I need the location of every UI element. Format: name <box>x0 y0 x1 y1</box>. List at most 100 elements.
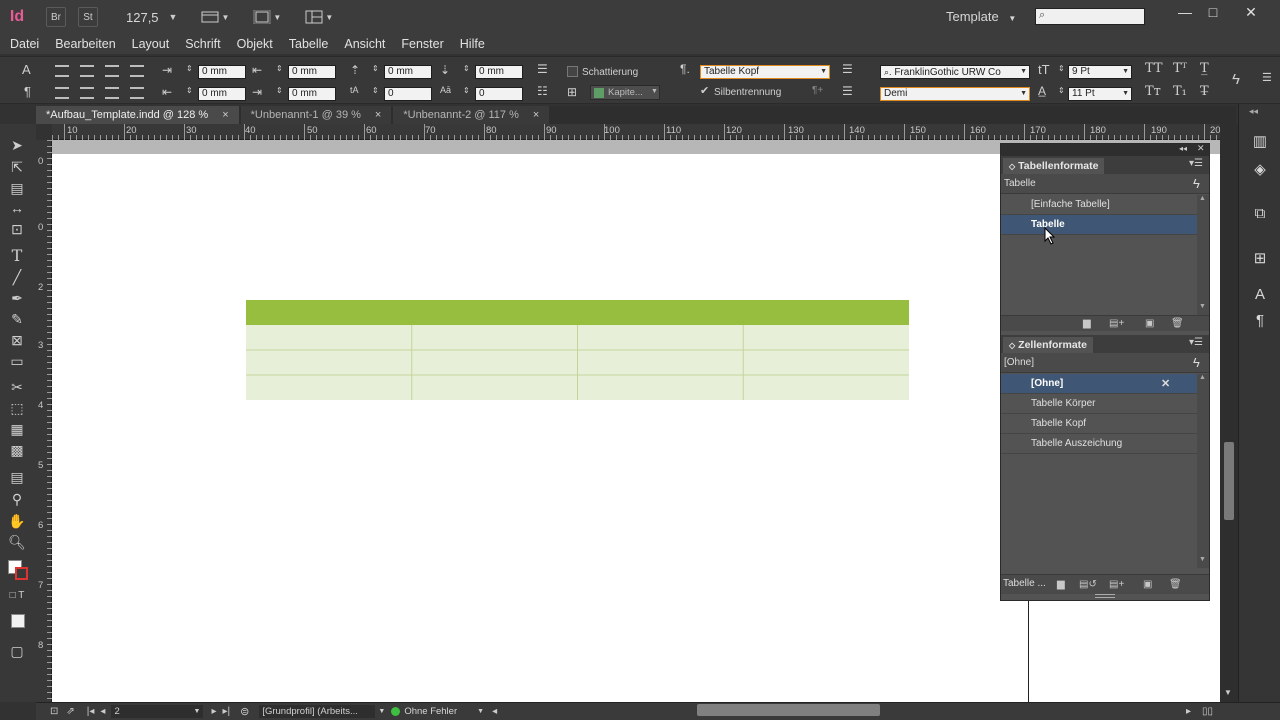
font-family-dropdown[interactable]: ⌕. FranklinGothic URW Co ▼ <box>880 65 1030 79</box>
menu-objekt[interactable]: Objekt <box>237 37 273 51</box>
space-before-field[interactable]: 0 mm <box>384 65 432 79</box>
horizontal-scroll-thumb[interactable] <box>697 704 880 716</box>
space-before-stepper[interactable]: ⇕ <box>372 64 379 73</box>
bridge-button[interactable]: Br <box>46 7 66 27</box>
search-input[interactable]: ⌕ <box>1035 8 1145 25</box>
eyedropper-tool-icon[interactable]: ⚲ <box>6 490 28 508</box>
links-panel-icon[interactable]: ⧉ <box>1249 204 1271 222</box>
tab-zellenformate[interactable]: ◇ Zellenformate <box>1003 337 1094 353</box>
collapse-dock-icon[interactable]: ◂◂ <box>1249 106 1258 117</box>
hyphenation-check-icon[interactable]: ✔ <box>700 84 709 97</box>
character-styles-icon[interactable]: A <box>1249 285 1271 303</box>
free-transform-tool-icon[interactable]: ⬚ <box>6 399 28 417</box>
scroll-left-icon[interactable]: ◂ <box>492 706 497 717</box>
scroll-up-icon[interactable]: ▲ <box>1199 374 1206 381</box>
align-center-icon[interactable] <box>80 65 94 77</box>
close-panel-icon[interactable]: ✕ <box>1197 143 1205 154</box>
bullets-icon[interactable]: ☰ <box>537 62 548 76</box>
load-styles-icon[interactable]: ▤+ <box>1109 579 1124 590</box>
left-indent-stepper[interactable]: ⇕ <box>186 64 193 73</box>
pencil-tool-icon[interactable]: ✎ <box>6 310 28 328</box>
menu-schrift[interactable]: Schrift <box>185 37 220 51</box>
delete-style-icon[interactable]: 🗑︎ <box>1169 579 1182 590</box>
page-tool-icon[interactable]: ▤ <box>6 179 28 197</box>
paragraph-mode-icon[interactable]: ¶ <box>24 84 31 99</box>
collapse-panel-icon[interactable]: ◂◂ <box>1179 144 1187 153</box>
minimize-button[interactable]: — <box>1170 2 1200 22</box>
list-item-einfache-tabelle[interactable]: [Einfache Tabelle] <box>1001 195 1197 215</box>
preview-mode-icon[interactable]: ⊡ <box>50 706 58 717</box>
stock-button[interactable]: St <box>78 7 98 27</box>
zoom-tool-icon[interactable]: 🔍︎ <box>6 533 28 551</box>
page-number-field[interactable]: 2 ▼ <box>111 705 204 718</box>
list-item-tabelle-kopf[interactable]: Tabelle Kopf <box>1001 414 1197 434</box>
table-panel-icon[interactable]: ⊞ <box>1249 249 1271 267</box>
scroll-down-icon[interactable]: ▼ <box>1199 556 1206 563</box>
pen-tool-icon[interactable]: ✒ <box>6 289 28 307</box>
small-caps-icon[interactable]: Tт <box>1145 84 1161 99</box>
zoom-level[interactable]: 127,5 <box>126 10 159 25</box>
type-tool-icon[interactable]: T <box>6 246 28 265</box>
menu-fenster[interactable]: Fenster <box>401 37 443 51</box>
align-right-icon[interactable] <box>105 65 119 77</box>
first-line-indent-field[interactable]: 0 mm <box>198 87 246 101</box>
list-item-ohne[interactable]: [Ohne] ✕ <box>1001 374 1197 394</box>
table-header-row[interactable] <box>246 300 909 325</box>
scroll-down-icon[interactable]: ▼ <box>1224 688 1232 697</box>
panel-header[interactable]: ◂◂ ✕ <box>1001 143 1209 156</box>
vertical-scroll-thumb[interactable] <box>1224 442 1234 520</box>
split-layout-icon[interactable]: ▯▯ <box>1202 706 1213 717</box>
right-indent-field[interactable]: 0 mm <box>288 65 336 79</box>
new-style-icon[interactable]: ▣ <box>1143 579 1152 590</box>
subscript-icon[interactable]: T₁ <box>1173 84 1187 99</box>
justify-center-icon[interactable] <box>80 87 94 99</box>
font-size-stepper[interactable]: ⇕ <box>1058 64 1065 73</box>
strikethrough-icon[interactable]: T̶ <box>1200 84 1209 99</box>
note-tool-icon[interactable]: ▤ <box>6 468 28 486</box>
list-item-tabelle[interactable]: Tabelle <box>1001 215 1197 235</box>
justify-panel-icon[interactable]: ☰ <box>842 84 853 98</box>
scroll-right-icon[interactable]: ▸ <box>1186 706 1191 717</box>
drop-cap-lines-stepper[interactable]: ⇕ <box>372 86 379 95</box>
rectangle-frame-tool-icon[interactable]: ⊠ <box>6 331 28 349</box>
panel-menu-icon[interactable]: ▾☰ <box>1189 158 1203 169</box>
table-styles-scrollbar[interactable]: ▲ ▼ <box>1197 195 1209 315</box>
delete-style-icon[interactable]: 🗑︎ <box>1171 318 1184 329</box>
quick-apply-icon[interactable]: ϟ <box>1193 353 1200 373</box>
space-after-field[interactable]: 0 mm <box>475 65 523 79</box>
quick-apply-icon[interactable]: ϟ <box>1232 71 1240 88</box>
menu-ansicht[interactable]: Ansicht <box>344 37 385 51</box>
underline-icon[interactable]: T̲ <box>1200 61 1209 76</box>
menu-layout[interactable]: Layout <box>132 37 170 51</box>
list-item-tabelle-koerper[interactable]: Tabelle Körper <box>1001 394 1197 414</box>
panel-menu-icon[interactable]: ☰ <box>1262 71 1272 84</box>
direct-selection-tool-icon[interactable]: ⇱ <box>6 158 28 176</box>
left-indent-field[interactable]: 0 mm <box>198 65 246 79</box>
previous-page-icon[interactable]: ◂ <box>100 706 105 717</box>
leading-stepper[interactable]: ⇕ <box>1058 86 1065 95</box>
list-item-tabelle-auszeichung[interactable]: Tabelle Auszeichung <box>1001 434 1197 454</box>
selection-tool-icon[interactable]: ➤ <box>6 136 28 154</box>
tab-close-icon[interactable]: × <box>375 109 381 121</box>
first-page-icon[interactable]: |◂ <box>87 706 95 717</box>
chevron-down-icon[interactable]: ▼ <box>477 708 484 715</box>
align-towards-spine-icon[interactable] <box>130 65 144 77</box>
numbering-icon[interactable]: ☷ <box>537 84 548 98</box>
rectangle-tool-icon[interactable]: ▭ <box>6 352 28 370</box>
character-mode-icon[interactable]: A <box>22 62 31 77</box>
justify-left-icon[interactable] <box>55 87 69 99</box>
clear-overrides-icon[interactable]: ▤↺ <box>1079 579 1097 590</box>
last-line-stepper[interactable]: ⇕ <box>276 86 283 95</box>
screen-mode-tool-icon[interactable]: ▢ <box>6 642 28 660</box>
stroke-swatch[interactable] <box>15 567 28 580</box>
hand-tool-icon[interactable]: ✋ <box>6 512 28 530</box>
new-group-icon[interactable]: ▆ <box>1057 579 1065 590</box>
gradient-feather-tool-icon[interactable]: ▩ <box>6 441 28 459</box>
formatting-affects-text-icon[interactable]: □ T <box>6 586 28 604</box>
justify-right-icon[interactable] <box>105 87 119 99</box>
first-line-stepper[interactable]: ⇕ <box>186 86 193 95</box>
pages-panel-icon[interactable]: ▥ <box>1249 132 1271 150</box>
font-style-dropdown[interactable]: Demi ▼ <box>880 87 1030 101</box>
preflight-status[interactable]: Ohne Fehler <box>404 706 457 717</box>
line-tool-icon[interactable]: ╱ <box>6 268 28 286</box>
